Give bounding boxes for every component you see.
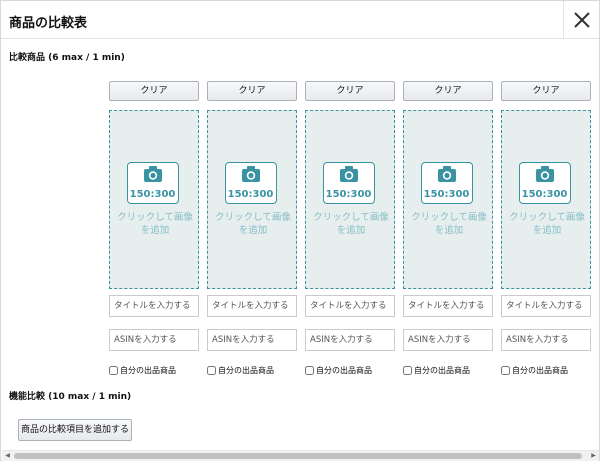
own-product-option[interactable]: 自分の出品商品: [109, 364, 199, 376]
image-size-label: 150:300: [521, 189, 568, 200]
camera-icon: [438, 166, 456, 182]
image-size-label: 150:300: [227, 189, 274, 200]
own-product-label: 自分の出品商品: [512, 365, 568, 375]
image-drop-zone[interactable]: 150:300 クリックして画像 を追加: [109, 110, 199, 289]
image-size-label: 150:300: [325, 189, 372, 200]
title-input[interactable]: [109, 295, 199, 317]
close-button[interactable]: [563, 1, 599, 39]
title-input[interactable]: [403, 295, 493, 317]
image-size-label: 150:300: [423, 189, 470, 200]
camera-icon: [340, 166, 358, 182]
image-drop-zone[interactable]: 150:300 クリックして画像 を追加: [501, 110, 591, 289]
camera-icon: [536, 166, 554, 182]
camera-placeholder: 150:300: [127, 162, 179, 204]
horizontal-scrollbar[interactable]: ◀ ▶: [2, 450, 599, 461]
camera-icon: [144, 166, 162, 182]
clear-button[interactable]: クリア: [207, 81, 297, 101]
dialog-title: 商品の比較表: [9, 16, 88, 31]
add-image-text: クリックして画像 を追加: [117, 212, 193, 236]
asin-input[interactable]: [109, 329, 199, 351]
clear-button[interactable]: クリア: [305, 81, 395, 101]
scroll-left-arrow-icon[interactable]: ◀: [2, 451, 13, 461]
image-drop-zone[interactable]: 150:300 クリックして画像 を追加: [207, 110, 297, 289]
camera-placeholder: 150:300: [519, 162, 571, 204]
image-size-label: 150:300: [129, 189, 176, 200]
own-product-label: 自分の出品商品: [414, 365, 470, 375]
clear-button[interactable]: クリア: [501, 81, 591, 101]
own-product-label: 自分の出品商品: [120, 365, 176, 375]
clear-button[interactable]: クリア: [403, 81, 493, 101]
add-image-text: クリックして画像 を追加: [509, 212, 585, 236]
dialog-header: 商品の比較表: [1, 1, 599, 39]
features-section-label: 機能比較 (10 max / 1 min): [9, 392, 132, 402]
own-product-label: 自分の出品商品: [218, 365, 274, 375]
camera-icon: [242, 166, 260, 182]
camera-placeholder: 150:300: [421, 162, 473, 204]
asin-input[interactable]: [403, 329, 493, 351]
add-image-text: クリックして画像 を追加: [411, 212, 487, 236]
own-product-checkbox[interactable]: [501, 365, 510, 375]
own-product-checkbox[interactable]: [305, 365, 314, 375]
close-icon: [574, 12, 590, 28]
comparison-table-dialog: 商品の比較表 比較商品 (6 max / 1 min) クリア 150:300 …: [0, 0, 600, 461]
clear-button[interactable]: クリア: [109, 81, 199, 101]
camera-placeholder: 150:300: [225, 162, 277, 204]
asin-input[interactable]: [305, 329, 395, 351]
image-drop-zone[interactable]: 150:300 クリックして画像 を追加: [305, 110, 395, 289]
add-image-text: クリックして画像 を追加: [215, 212, 291, 236]
own-product-checkbox[interactable]: [403, 365, 412, 375]
own-product-option[interactable]: 自分の出品商品: [305, 364, 395, 376]
add-image-text: クリックして画像 を追加: [313, 212, 389, 236]
asin-input[interactable]: [501, 329, 591, 351]
own-product-label: 自分の出品商品: [316, 365, 372, 375]
title-input[interactable]: [207, 295, 297, 317]
own-product-option[interactable]: 自分の出品商品: [403, 364, 493, 376]
scrollbar-thumb[interactable]: [14, 453, 582, 459]
asin-input[interactable]: [207, 329, 297, 351]
own-product-checkbox[interactable]: [109, 365, 118, 375]
own-product-option[interactable]: 自分の出品商品: [207, 364, 297, 376]
add-comparison-item-button[interactable]: 商品の比較項目を追加する: [18, 419, 132, 441]
products-section-label: 比較商品 (6 max / 1 min): [9, 53, 125, 63]
title-input[interactable]: [305, 295, 395, 317]
own-product-checkbox[interactable]: [207, 365, 216, 375]
image-drop-zone[interactable]: 150:300 クリックして画像 を追加: [403, 110, 493, 289]
scroll-right-arrow-icon[interactable]: ▶: [588, 451, 599, 461]
camera-placeholder: 150:300: [323, 162, 375, 204]
title-input[interactable]: [501, 295, 591, 317]
own-product-option[interactable]: 自分の出品商品: [501, 364, 591, 376]
